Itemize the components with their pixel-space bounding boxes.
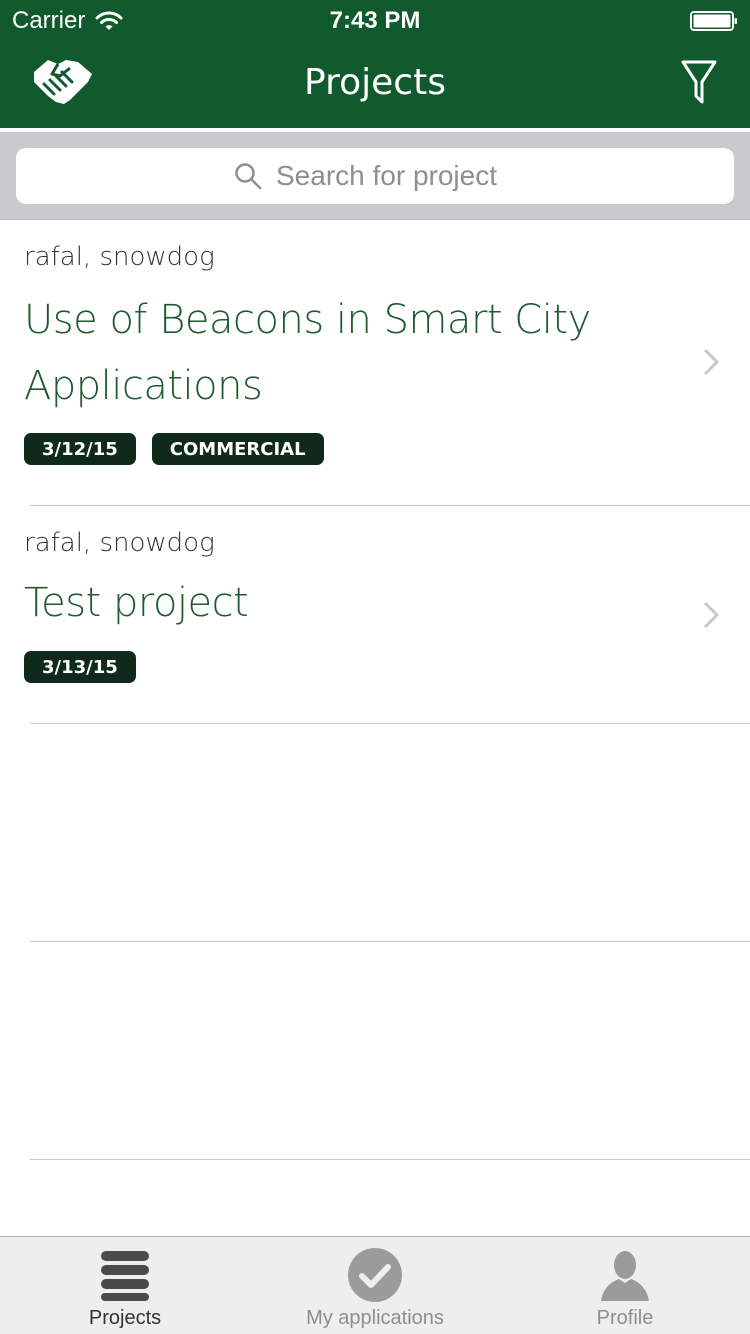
project-title: Use of Beacons in Smart City Application… — [24, 297, 591, 409]
row-divider — [30, 1159, 750, 1160]
tab-label: My applications — [306, 1307, 444, 1329]
tab-label: Projects — [88, 1307, 162, 1329]
tab-profile[interactable]: Profile — [500, 1237, 750, 1334]
chevron-right-icon — [703, 348, 720, 376]
search-icon — [235, 163, 262, 190]
list-icon — [101, 1251, 149, 1301]
page-title: Projects — [304, 62, 446, 103]
date-tag: 3/13/15 — [24, 651, 136, 683]
project-row[interactable]: rafal, snowdog Test project 3/13/15 — [0, 506, 750, 724]
project-authors: rafal, snowdog — [24, 528, 215, 558]
search-input[interactable] — [276, 160, 516, 192]
tab-projects[interactable]: Projects — [0, 1237, 250, 1334]
project-authors: rafal, snowdog — [24, 242, 215, 272]
search-field[interactable] — [16, 148, 734, 204]
project-tags: 3/13/15 — [24, 651, 136, 683]
empty-row — [0, 942, 750, 1160]
tab-bar: Projects My applications Profile — [0, 1236, 750, 1334]
search-bar — [0, 132, 750, 220]
chevron-right-icon — [703, 601, 720, 629]
clock: 7:43 PM — [329, 7, 421, 34]
person-icon — [601, 1251, 649, 1301]
battery-icon — [690, 11, 737, 31]
project-title: Test project — [24, 580, 249, 626]
status-bar: Carrier 7:43 PM — [0, 0, 750, 40]
project-list: rafal, snowdog Use of Beacons in Smart C… — [0, 220, 750, 1160]
project-row[interactable]: rafal, snowdog Use of Beacons in Smart C… — [0, 220, 750, 506]
date-tag: 3/12/15 — [24, 433, 136, 465]
app-header: Carrier 7:43 PM Projects — [0, 0, 750, 128]
filter-icon[interactable] — [680, 58, 718, 106]
empty-row — [0, 724, 750, 942]
category-tag: COMMERCIAL — [151, 433, 324, 465]
tab-my-applications[interactable]: My applications — [250, 1237, 500, 1334]
tab-label: Profile — [596, 1307, 654, 1329]
nav-bar: Projects — [0, 40, 750, 128]
project-tags: 3/12/15 COMMERCIAL — [24, 433, 324, 465]
checkmark-icon — [348, 1248, 402, 1302]
